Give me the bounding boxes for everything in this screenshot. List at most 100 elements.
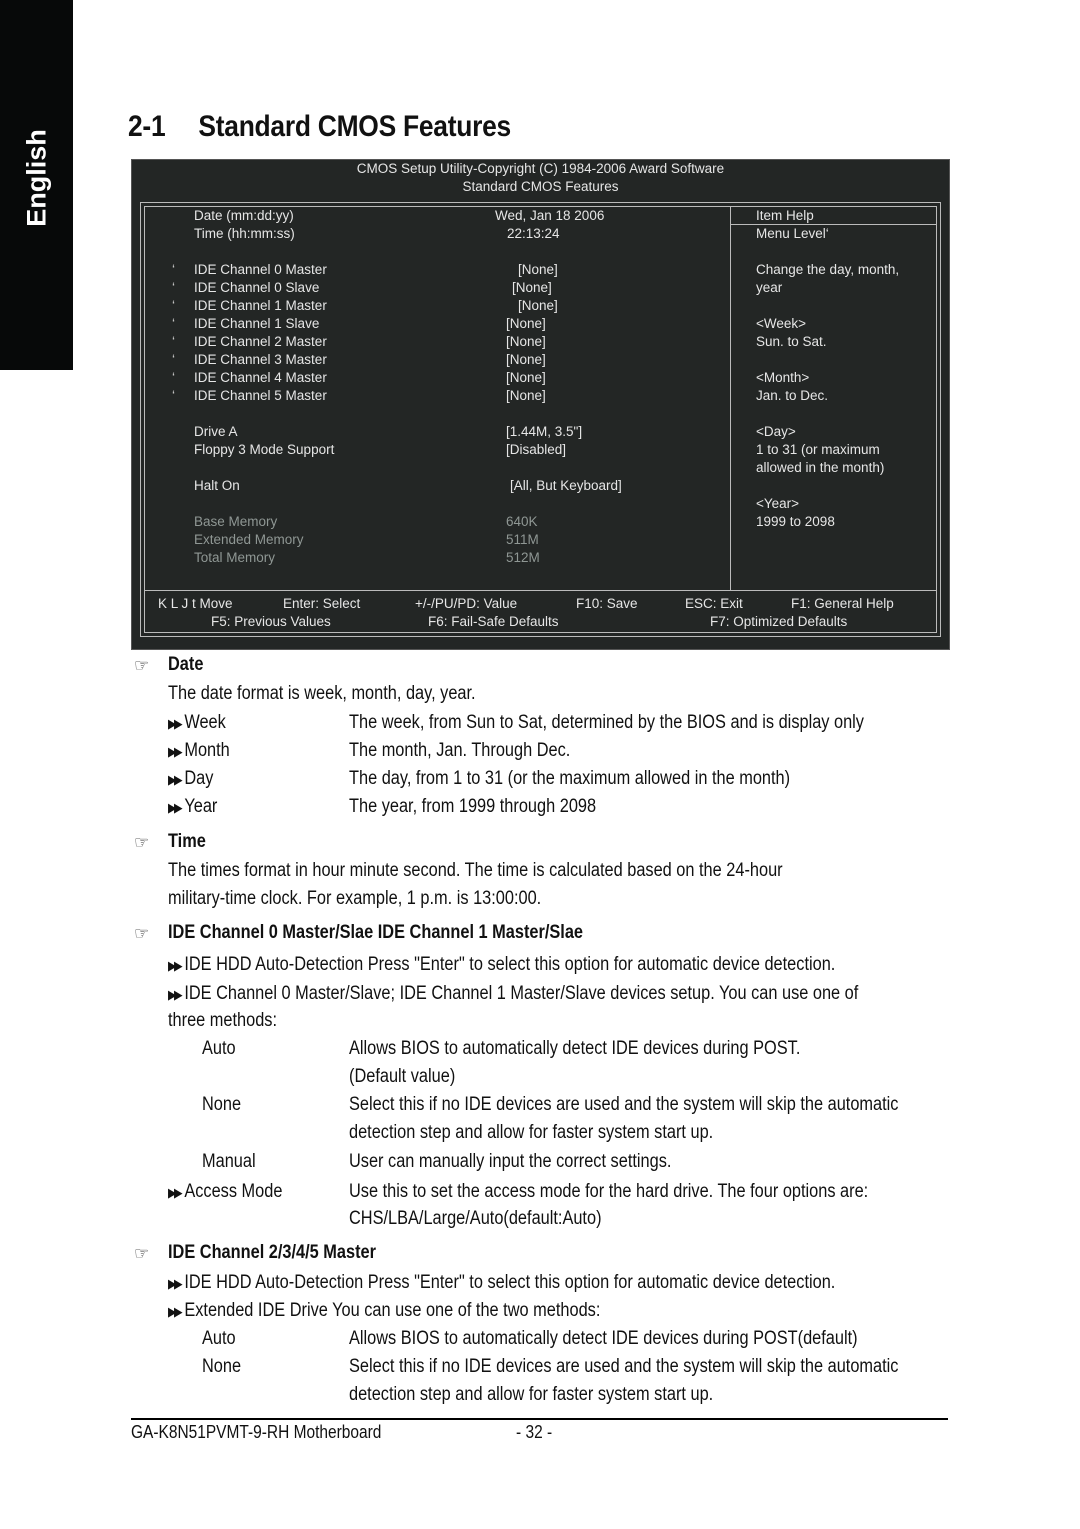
time-text-line1: The times format in hour minute second. … <box>168 860 783 881</box>
help-line: year <box>756 280 783 295</box>
section-number: 2-1 <box>128 110 166 143</box>
setting-value[interactable]: [1.44M, 3.5"] <box>506 423 582 441</box>
ide01-manual-term: Manual <box>202 1151 256 1172</box>
setting-value[interactable]: [None] <box>506 315 546 333</box>
bios-setting-row[interactable]: ‘ IDE Channel 0 Slave [None] <box>145 279 936 297</box>
ide01-bullet1: ▶▶ IDE HDD Auto-Detection Press "Enter" t… <box>168 954 836 975</box>
date-term: ▶▶ Day <box>168 768 214 789</box>
setting-value[interactable]: [None] <box>512 279 552 297</box>
date-term: ▶▶ Year <box>168 796 218 817</box>
setting-value[interactable]: [None] <box>506 387 546 405</box>
date-description: The week, from Sun to Sat, determined by… <box>349 712 864 733</box>
setting-value[interactable]: 511M <box>506 531 539 549</box>
ide01-manual-desc: User can manually input the correct sett… <box>349 1151 672 1172</box>
ide01-access-desc-2: CHS/LBA/Large/Auto(default:Auto) <box>349 1208 602 1229</box>
setting-label: Time (hh:mm:ss) <box>194 226 295 241</box>
setting-label: IDE Channel 3 Master <box>194 352 327 367</box>
bios-setting-row[interactable]: ‘ IDE Channel 3 Master [None] <box>145 351 936 369</box>
setting-label: IDE Channel 0 Slave <box>194 280 320 295</box>
double-arrow-icon: ▶▶ <box>168 1276 183 1291</box>
double-arrow-icon: ▶▶ <box>168 1304 183 1319</box>
setting-label: IDE Channel 0 Master <box>194 262 327 277</box>
setting-value[interactable]: [None] <box>518 261 558 279</box>
ide01-auto-term: Auto <box>202 1038 236 1059</box>
setting-value[interactable]: [None] <box>506 351 546 369</box>
ide2345-auto-term: Auto <box>202 1328 236 1349</box>
setting-value[interactable]: [None] <box>518 297 558 315</box>
language-label: English <box>21 129 51 227</box>
ide01-bullet2: ▶▶ IDE Channel 0 Master/Slave; IDE Channe… <box>168 983 859 1004</box>
setting-value[interactable]: [None] <box>506 369 546 387</box>
ide01-heading: IDE Channel 0 Master/Slae IDE Channel 1 … <box>168 922 584 943</box>
setting-label: Total Memory <box>194 550 276 565</box>
bios-setting-row[interactable]: Date (mm:dd:yy) Wed, Jan 18 2006 <box>145 207 936 225</box>
bios-setting-row[interactable]: ‘ IDE Channel 4 Master [None] <box>145 369 936 387</box>
date-description: The month, Jan. Through Dec. <box>349 740 571 761</box>
divider <box>145 590 936 591</box>
footer-model: GA-K8N51PVMT-9-RH Motherboard <box>131 1422 382 1442</box>
setting-label: Base Memory <box>194 514 278 529</box>
date-term: ▶▶ Month <box>168 740 230 761</box>
key-value: +/-/PU/PD: Value <box>415 596 518 611</box>
bios-setting-row[interactable]: Drive A [1.44M, 3.5"] <box>145 423 936 441</box>
time-heading: Time <box>168 831 206 852</box>
submenu-marker-icon: ‘ <box>172 352 175 367</box>
double-arrow-icon: ▶▶ <box>168 716 183 731</box>
bios-setting-row[interactable]: ‘ IDE Channel 1 Master [None] <box>145 297 936 315</box>
setting-value[interactable]: [Disabled] <box>506 441 566 459</box>
setting-value[interactable]: 22:13:24 <box>507 225 560 243</box>
setting-label: IDE Channel 1 Master <box>194 298 327 313</box>
help-line: Menu Level‘ <box>756 226 829 241</box>
date-description: The year, from 1999 through 2098 <box>349 796 597 817</box>
key-previous-values: F5: Previous Values <box>211 614 331 629</box>
pointing-hand-icon: ☞ <box>134 833 150 852</box>
bios-setting-row[interactable]: Extended Memory 511M <box>145 531 936 549</box>
pointing-hand-icon: ☞ <box>134 1244 150 1263</box>
help-line: 1 to 31 (or maximum <box>756 442 880 457</box>
help-line: <Year> <box>756 496 800 511</box>
double-arrow-icon: ▶▶ <box>168 1185 183 1200</box>
setting-label: IDE Channel 2 Master <box>194 334 327 349</box>
bios-setting-row[interactable]: ‘ IDE Channel 1 Slave [None] <box>145 315 936 333</box>
setting-label: Date (mm:dd:yy) <box>194 208 294 223</box>
setting-label: Extended Memory <box>194 532 304 547</box>
key-move: K L J t Move <box>158 596 233 611</box>
submenu-marker-icon: ‘ <box>172 280 175 295</box>
ide2345-none-term: None <box>202 1356 242 1377</box>
setting-value[interactable]: [All, But Keyboard] <box>510 477 622 495</box>
setting-value[interactable]: 512M <box>506 549 540 567</box>
submenu-marker-icon: ‘ <box>172 298 175 313</box>
time-text-line2: military-time clock. For example, 1 p.m.… <box>168 888 542 909</box>
bios-setting-row[interactable]: Total Memory 512M <box>145 549 936 567</box>
language-tab: English <box>0 0 73 370</box>
pointing-hand-icon: ☞ <box>134 924 150 943</box>
submenu-marker-icon: ‘ <box>172 388 175 403</box>
key-save: F10: Save <box>576 596 638 611</box>
setting-value[interactable]: Wed, Jan 18 2006 <box>495 207 604 225</box>
setting-label: Drive A <box>194 424 238 439</box>
submenu-marker-icon: ‘ <box>172 262 175 277</box>
bios-setting-row[interactable]: Halt On [All, But Keyboard] <box>145 477 936 495</box>
submenu-marker-icon: ‘ <box>172 316 175 331</box>
ide2345-auto-desc: Allows BIOS to automatically detect IDE … <box>349 1328 858 1349</box>
ide01-bullet2-cont: three methods: <box>168 1010 278 1031</box>
section-title: Standard CMOS Features <box>198 110 511 143</box>
ide2345-none-desc: Select this if no IDE devices are used a… <box>349 1356 899 1377</box>
ide2345-bullet1: ▶▶ IDE HDD Auto-Detection Press "Enter" t… <box>168 1272 836 1293</box>
help-line: <Week> <box>756 316 807 331</box>
ide2345-heading: IDE Channel 2/3/4/5 Master <box>168 1242 376 1263</box>
setting-label: IDE Channel 5 Master <box>194 388 327 403</box>
key-failsafe-defaults: F6: Fail-Safe Defaults <box>428 614 559 629</box>
help-line: <Day> <box>756 424 796 439</box>
bios-copyright: CMOS Setup Utility-Copyright (C) 1984-20… <box>356 161 725 176</box>
date-description: The day, from 1 to 31 (or the maximum al… <box>349 768 791 789</box>
setting-value[interactable]: [None] <box>506 333 546 351</box>
setting-value[interactable]: 640K <box>506 513 538 531</box>
key-general-help: F1: General Help <box>791 596 894 611</box>
key-select: Enter: Select <box>283 596 361 611</box>
footer-page-number: - 32 - <box>516 1422 553 1442</box>
help-line: Change the day, month, <box>756 262 900 277</box>
double-arrow-icon: ▶▶ <box>168 958 183 973</box>
ide01-none-desc: Select this if no IDE devices are used a… <box>349 1094 899 1115</box>
date-heading: Date <box>168 654 204 675</box>
